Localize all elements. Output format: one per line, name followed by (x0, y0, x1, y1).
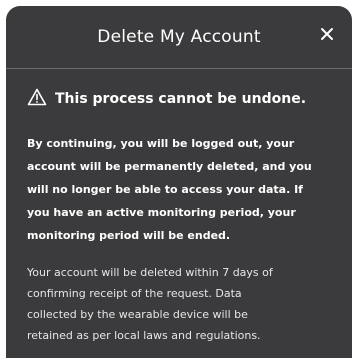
bold-paragraph-line: By continuing, you will be logged out, y… (27, 137, 295, 150)
warning-text: This process cannot be undone. (55, 91, 307, 107)
regular-paragraph-line: collected by the wearable device will be (27, 308, 248, 321)
regular-paragraph-line: Your account will be deleted within 7 da… (27, 266, 273, 279)
bold-paragraph-line: monitoring period will be ended. (27, 229, 231, 242)
screen: Delete My Account This process cannot be… (0, 0, 358, 358)
bold-paragraph-line: will no longer be able to access your da… (27, 183, 303, 196)
bold-paragraph-line: account will be permanently deleted, and… (27, 160, 312, 173)
regular-paragraph-line: confirming receipt of the request. Data (27, 287, 242, 300)
regular-paragraph: Your account will be deleted within 7 da… (27, 262, 334, 346)
close-icon[interactable] (316, 23, 338, 45)
regular-paragraph-line: retained as per local laws and regulatio… (27, 329, 261, 342)
delete-account-dialog: Delete My Account This process cannot be… (6, 6, 352, 358)
bold-paragraph-line: you have an active monitoring period, yo… (27, 206, 296, 219)
dialog-title: Delete My Account (97, 27, 261, 47)
warning-row: This process cannot be undone. (6, 69, 352, 112)
warning-triangle-icon (27, 88, 47, 110)
bold-paragraph: By continuing, you will be logged out, y… (27, 132, 334, 247)
dialog-header: Delete My Account (6, 6, 352, 68)
